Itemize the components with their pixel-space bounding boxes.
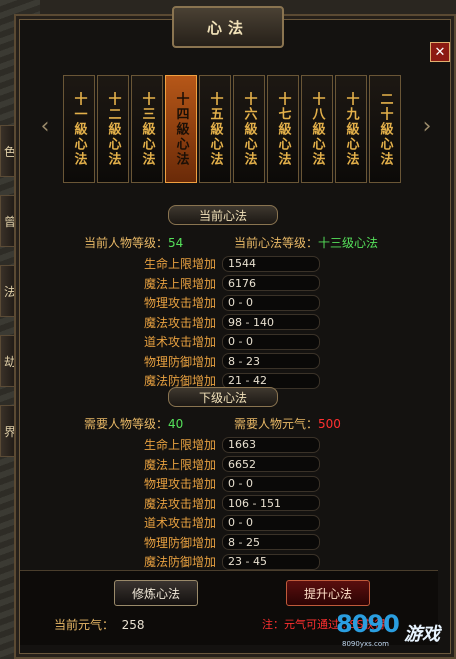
skill-card-label: 十六級心法 <box>241 91 257 167</box>
stat-value: 106 - 151 <box>222 495 320 512</box>
close-button[interactable]: ✕ <box>430 42 450 62</box>
skill-level-value: 十三级心法 <box>318 236 379 250</box>
stat-value: 6652 <box>222 456 320 473</box>
current-char-level: 当前人物等级：54 <box>84 234 183 251</box>
current-skill-level: 当前心法等级：十三级心法 <box>234 234 378 251</box>
skill-level-label: 当前心法等级： <box>234 236 319 250</box>
watermark-site: 8090yxs.com <box>342 640 389 648</box>
site-watermark-logo: 8090 游戏 8090yxs.com <box>336 606 454 654</box>
stat-value: 0 - 0 <box>222 475 320 492</box>
watermark-number: 8090 <box>336 610 400 638</box>
stat-label: 魔法上限增加 <box>144 276 217 291</box>
stat-row: 物理攻击增加 0 - 0 <box>144 293 320 313</box>
train-skill-button[interactable]: 修炼心法 <box>114 580 198 606</box>
required-char-level: 需要人物等级：40 <box>84 415 183 432</box>
stat-label: 道术攻击增加 <box>144 516 217 531</box>
stat-label: 魔法攻击增加 <box>144 496 217 511</box>
stat-value: 23 - 45 <box>222 553 320 570</box>
stat-label: 物理防御增加 <box>144 354 217 369</box>
stat-row: 魔法攻击增加 98 - 140 <box>144 313 320 333</box>
stat-row: 魔法攻击增加 106 - 151 <box>144 494 320 514</box>
char-level-label: 当前人物等级： <box>84 236 169 250</box>
req-level-value: 40 <box>168 417 184 431</box>
stat-row: 道术攻击增加 0 - 0 <box>144 332 320 352</box>
skill-card-1[interactable]: 十一級心法 <box>63 75 95 183</box>
req-qi-label: 需要人物元气： <box>234 417 319 431</box>
stat-row: 道术攻击增加 0 - 0 <box>144 513 320 533</box>
stat-value: 0 - 0 <box>222 333 320 350</box>
req-qi-value: 500 <box>318 417 341 431</box>
skill-card-8[interactable]: 十八級心法 <box>301 75 333 183</box>
stat-label: 魔法上限增加 <box>144 457 217 472</box>
skill-card-label: 十三級心法 <box>139 91 155 167</box>
upgrade-skill-button[interactable]: 提升心法 <box>286 580 370 606</box>
stat-label: 魔法防御增加 <box>144 555 217 570</box>
stat-value: 1544 <box>222 255 320 272</box>
skill-card-2[interactable]: 十二級心法 <box>97 75 129 183</box>
scroll-left-arrow-icon[interactable]: ‹ <box>38 108 52 144</box>
stat-value: 6176 <box>222 275 320 292</box>
stat-row: 物理防御增加 8 - 25 <box>144 533 320 553</box>
skill-card-4[interactable]: 十四級心法 <box>165 75 197 183</box>
stat-row: 物理攻击增加 0 - 0 <box>144 474 320 494</box>
next-skill-header: 下级心法 <box>168 387 278 407</box>
stat-value: 8 - 23 <box>222 353 320 370</box>
scroll-right-arrow-icon[interactable]: › <box>420 108 434 144</box>
window-title-plate: 心法 <box>172 6 284 48</box>
stat-label: 生命上限增加 <box>144 438 217 453</box>
qi-value: 258 <box>121 618 145 632</box>
stat-label: 生命上限增加 <box>144 257 217 272</box>
stat-label: 道术攻击增加 <box>144 335 217 350</box>
qi-label: 当前元气： <box>54 618 115 632</box>
skill-card-6[interactable]: 十六級心法 <box>233 75 265 183</box>
skill-card-9[interactable]: 十九級心法 <box>335 75 367 183</box>
skill-level-cards: 十一級心法 十二級心法 十三級心法 十四級心法 十五級心法 十六級心法 十七級心法 十八級心法… <box>63 75 401 183</box>
stat-row: 魔法防御增加 23 - 45 <box>144 552 320 572</box>
window-title: 心法 <box>206 18 249 37</box>
skill-card-7[interactable]: 十七級心法 <box>267 75 299 183</box>
skill-card-label: 十八級心法 <box>309 91 325 167</box>
skill-card-label: 十七級心法 <box>275 91 291 167</box>
stat-row: 物理防御增加 8 - 23 <box>144 352 320 372</box>
stat-label: 魔法攻击增加 <box>144 315 217 330</box>
stat-value: 98 - 140 <box>222 314 320 331</box>
skill-card-label: 二十級心法 <box>377 91 393 167</box>
stat-row: 生命上限增加 1663 <box>144 435 320 455</box>
watermark-brand: 游戏 <box>404 624 440 645</box>
required-qi: 需要人物元气：500 <box>234 415 341 432</box>
skill-card-label: 十四級心法 <box>173 91 189 167</box>
current-qi: 当前元气： 258 <box>54 616 145 633</box>
stat-row: 魔法上限增加 6176 <box>144 274 320 294</box>
skill-card-3[interactable]: 十三級心法 <box>131 75 163 183</box>
skill-card-5[interactable]: 十五級心法 <box>199 75 231 183</box>
stat-value: 0 - 0 <box>222 514 320 531</box>
skill-card-label: 十一級心法 <box>71 91 87 167</box>
stat-label: 物理攻击增加 <box>144 477 217 492</box>
skill-card-10[interactable]: 二十級心法 <box>369 75 401 183</box>
stat-row: 生命上限增加 1544 <box>144 254 320 274</box>
char-level-value: 54 <box>168 236 184 250</box>
stat-label: 物理防御增加 <box>144 535 217 550</box>
next-stats-list: 生命上限增加 1663 魔法上限增加 6652 物理攻击增加 0 - 0 魔法攻击增加 106… <box>144 435 320 572</box>
stat-row: 魔法上限增加 6652 <box>144 455 320 475</box>
skill-card-label: 十五級心法 <box>207 91 223 167</box>
stat-value: 0 - 0 <box>222 294 320 311</box>
stat-value: 8 - 25 <box>222 534 320 551</box>
req-level-label: 需要人物等级： <box>84 417 169 431</box>
stat-label: 物理攻击增加 <box>144 296 217 311</box>
skill-card-label: 十二級心法 <box>105 91 121 167</box>
current-stats-list: 生命上限增加 1544 魔法上限增加 6176 物理攻击增加 0 - 0 魔法攻击增加 98 … <box>144 254 320 391</box>
current-skill-header: 当前心法 <box>168 205 278 225</box>
stat-value: 1663 <box>222 436 320 453</box>
skill-card-label: 十九級心法 <box>343 91 359 167</box>
